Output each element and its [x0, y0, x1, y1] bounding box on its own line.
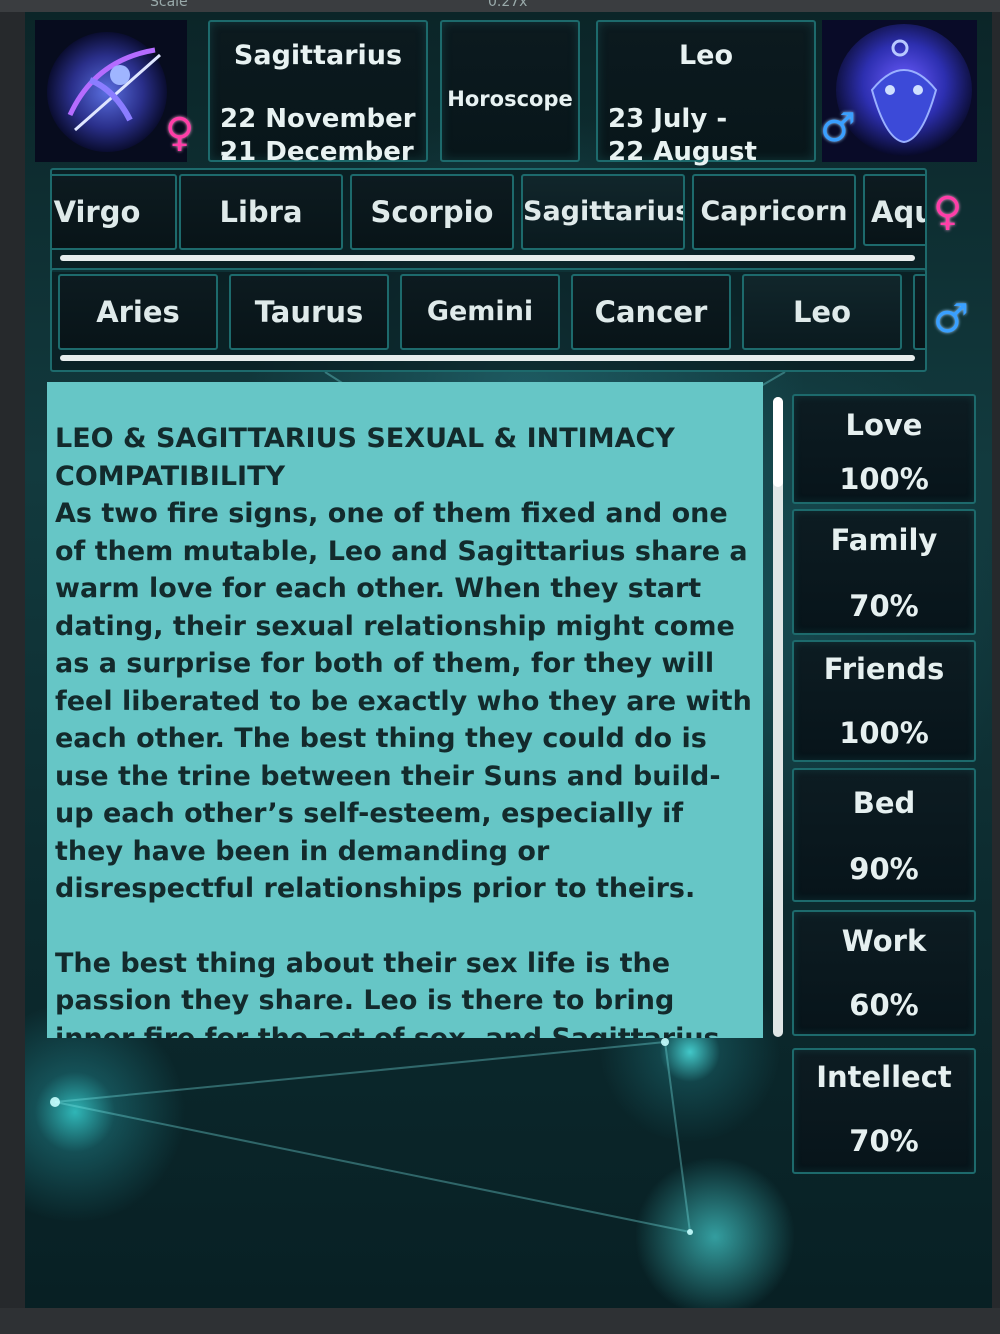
male-row-symbol-icon: ♂: [933, 296, 969, 342]
tab-capricorn[interactable]: Capricorn: [692, 174, 856, 250]
stat-bed: Bed 90%: [792, 768, 976, 902]
scale-label: Scale: [150, 0, 188, 10]
app-stage: ♀ Sagittarius 22 November - 21 December …: [25, 12, 992, 1308]
stat-intellect: Intellect 70%: [792, 1048, 976, 1174]
stat-label: Intellect: [816, 1060, 952, 1094]
tab-scorpio[interactable]: Scorpio: [350, 174, 514, 250]
text-scrollbar[interactable]: [773, 397, 783, 1037]
tab-aquarius[interactable]: Aquarius: [863, 174, 925, 246]
scale-value: 0.27x: [488, 0, 528, 10]
male-sign-selector[interactable]: Aries Taurus Gemini Cancer Leo: [50, 268, 927, 372]
stat-value: 100%: [839, 716, 929, 750]
stat-label: Love: [845, 408, 923, 442]
text-scrollbar-thumb[interactable]: [773, 397, 783, 487]
stat-value: 70%: [849, 1124, 919, 1158]
stat-value: 90%: [849, 852, 919, 886]
horoscope-button[interactable]: Horoscope: [440, 20, 580, 162]
stat-label: Work: [841, 924, 927, 958]
article-paragraph-1: As two fire signs, one of them fixed and…: [55, 498, 762, 904]
left-sign-name: Sagittarius: [233, 40, 403, 71]
article-paragraph-2: The best thing about their sex life is t…: [55, 947, 720, 1039]
article-heading: LEO & SAGITTARIUS SEXUAL & INTIMACY COMP…: [55, 423, 685, 492]
stat-family: Family 70%: [792, 509, 976, 635]
stat-value: 70%: [849, 589, 919, 623]
tab-aries[interactable]: Aries: [58, 274, 218, 350]
male-row-scrollbar[interactable]: [60, 355, 915, 361]
editor-top-bar: Scale 0.27x: [0, 0, 1000, 12]
tab-virgo[interactable]: Virgo: [52, 174, 177, 250]
tab-leo[interactable]: Leo: [742, 274, 902, 350]
female-row-symbol-icon: ♀: [933, 189, 963, 235]
tab-gemini[interactable]: Gemini: [400, 274, 560, 350]
right-sign-name: Leo: [678, 40, 734, 71]
left-sign-date-end: 21 December: [220, 137, 414, 167]
stat-value: 100%: [839, 462, 929, 496]
right-sign-date-end: 22 August: [608, 137, 757, 167]
editor-right-margin: [992, 12, 1000, 1308]
female-symbol-icon: ♀: [165, 110, 195, 156]
editor-left-margin: [0, 12, 25, 1308]
right-sign-date-start: 23 July -: [608, 104, 728, 134]
right-sign-card: Leo 23 July - 22 August: [596, 20, 816, 167]
stat-label: Friends: [823, 652, 945, 686]
stat-work: Work 60%: [792, 910, 976, 1036]
tab-taurus[interactable]: Taurus: [229, 274, 389, 350]
horoscope-label: Horoscope: [447, 87, 573, 111]
tab-partial[interactable]: [913, 274, 925, 350]
tab-sagittarius[interactable]: Sagittarius: [521, 174, 685, 250]
male-symbol-icon: ♂: [820, 105, 856, 151]
tab-libra[interactable]: Libra: [179, 174, 343, 250]
stat-label: Bed: [852, 786, 916, 820]
stat-friends: Friends 100%: [792, 640, 976, 762]
stat-label: Family: [830, 523, 938, 557]
female-row-scrollbar[interactable]: [60, 255, 915, 261]
female-sign-selector[interactable]: Virgo Libra Scorpio Sagittarius Capricor…: [50, 168, 927, 272]
left-sign-card: Sagittarius 22 November - 21 December: [208, 20, 428, 168]
compatibility-text-panel[interactable]: LEO & SAGITTARIUS SEXUAL & INTIMACY COMP…: [47, 382, 763, 1038]
stat-love: Love 100%: [792, 394, 976, 504]
editor-bottom-bar: [0, 1308, 1000, 1334]
tab-cancer[interactable]: Cancer: [571, 274, 731, 350]
stat-value: 60%: [849, 988, 919, 1022]
